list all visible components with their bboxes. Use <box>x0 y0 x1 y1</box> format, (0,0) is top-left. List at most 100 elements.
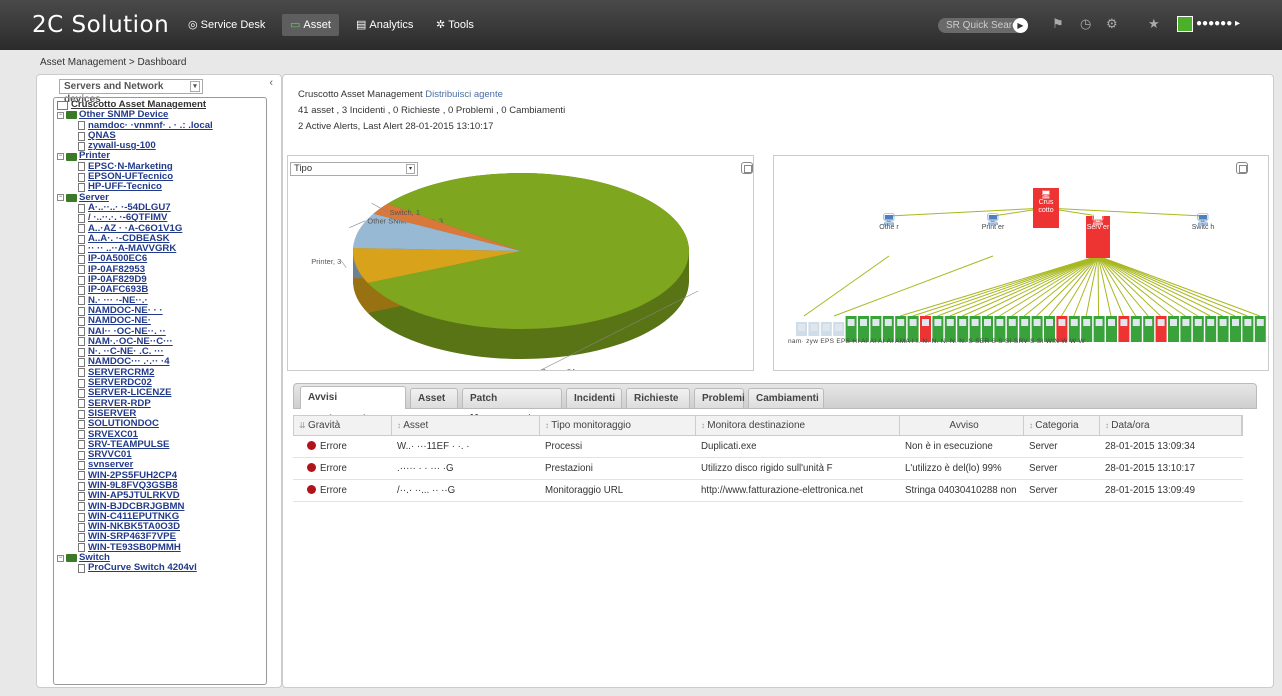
tree-leaf-item[interactable]: HP-UFF-Tecnico <box>54 182 213 192</box>
topology-node-switch[interactable]: 🖥 Switc h <box>1190 214 1216 232</box>
nav-tools[interactable]: ✲ Tools <box>428 14 482 36</box>
star-icon[interactable]: ★ <box>1148 16 1160 32</box>
gear-icon[interactable]: ⚙ <box>1106 16 1118 32</box>
device-type-select[interactable]: Servers and Network devices ▾ <box>59 79 203 105</box>
alerts-summary: 2 Active Alerts, Last Alert 28-01-2015 1… <box>298 121 494 132</box>
computer-icon <box>1021 319 1029 326</box>
nav-analytics[interactable]: ▤ Analytics <box>348 14 421 36</box>
tree-leaf-item[interactable]: zywall-usg-100 <box>54 140 213 151</box>
column-header-label: Tipo monitoraggio <box>551 420 631 431</box>
topology-node-printer[interactable]: 🖥 Print er <box>980 214 1006 232</box>
distribute-agent-link[interactable]: Distribuisci agente <box>425 89 503 100</box>
topology-link <box>986 255 1099 317</box>
document-icon <box>78 533 85 543</box>
table-row[interactable]: Errore W..· ···11EF · ·. · Processi Duplica… <box>293 436 1243 458</box>
topology-link <box>833 255 994 317</box>
tree-leaf-item[interactable]: SOLUTIONDOC <box>54 418 213 429</box>
table-row[interactable]: Errore /··.· ··... ·· ··G Monitoraggio URL… <box>293 480 1243 502</box>
tab-cambiamenti[interactable]: Cambiamenti <box>748 388 824 408</box>
collapse-node-icon[interactable]: − <box>57 111 64 119</box>
table-cell: Duplicati.exe <box>695 436 899 457</box>
document-icon <box>78 172 85 182</box>
table-cell: Prestazioni <box>539 458 695 479</box>
sidebar: Servers and Network devices ▾ ‹ Cruscotto… <box>36 74 282 688</box>
cell-text: Monitoraggio URL <box>545 485 624 496</box>
column-header[interactable]: ↕ Data/ora <box>1100 416 1242 435</box>
tab-asset[interactable]: Asset <box>410 388 458 408</box>
tree-leaf-item[interactable]: SRVVC01 <box>54 449 213 460</box>
nav-service-desk[interactable]: ◎ Service Desk <box>180 14 273 36</box>
search-go-icon[interactable]: ▶ <box>1013 18 1028 33</box>
computer-icon <box>897 319 905 326</box>
sort-icon[interactable]: ⇊ <box>299 421 308 430</box>
tree-leaf-item[interactable]: namdoc· ·vnmnf· . · .: .local <box>54 120 213 131</box>
tab-patch-management[interactable]: Patch Management <box>462 388 562 424</box>
dashboard-title: Cruscotto Asset Management <box>298 89 423 100</box>
computer-icon <box>934 319 942 326</box>
computer-icon <box>860 319 867 326</box>
tree-item-label[interactable]: NAMDOC-NE· <box>88 315 151 326</box>
tab-incidenti[interactable]: Incidenti <box>566 388 622 408</box>
column-header[interactable]: ⇊ Gravità <box>294 416 392 435</box>
folder-icon <box>66 152 77 161</box>
tree-leaf-item[interactable]: WIN-TE93SB0PMMH <box>54 542 213 553</box>
computer-icon: 🖥 <box>986 214 1000 226</box>
computer-icon <box>810 324 818 331</box>
column-header[interactable]: ↕ Categoria <box>1024 416 1100 435</box>
folder-icon <box>66 554 77 563</box>
collapse-sidebar-icon[interactable]: ‹ <box>269 77 273 89</box>
service-desk-icon: ◎ <box>188 19 198 31</box>
document-icon <box>78 296 85 306</box>
document-icon <box>78 430 85 440</box>
clock-icon[interactable]: ◷ <box>1080 16 1091 32</box>
cell-text: Duplicati.exe <box>701 441 757 452</box>
tree-leaf-item[interactable]: SRV-TEAMPULSE <box>54 439 213 450</box>
tree-leaf-item[interactable]: ProCurve Switch 4204vl <box>54 563 213 573</box>
app-logo[interactable]: 2C Solution <box>32 12 169 38</box>
table-cell: W..· ···11EF · ·. · <box>391 436 539 457</box>
column-header-label: Gravità <box>307 420 341 431</box>
document-icon <box>78 388 85 398</box>
table-cell: Monitoraggio URL <box>539 480 695 501</box>
topology-root-node[interactable]: 🖥 Crus cotto <box>1033 188 1059 228</box>
user-menu[interactable]: ●●●●●● ▸ <box>1196 18 1240 29</box>
collapse-node-icon[interactable]: − <box>57 194 64 202</box>
column-header[interactable]: Avviso <box>900 416 1024 435</box>
nav-asset[interactable]: ▭ Asset <box>282 14 339 36</box>
cell-text: Server <box>1029 441 1058 452</box>
tree-item-label[interactable]: SOLUTIONDOC <box>88 418 159 429</box>
topology-panel: 🖥 Crus cotto 🖥 Othe r 🖥 Print er 🖥 Serv er 🖥… <box>773 155 1269 371</box>
table-cell: Server <box>1023 480 1099 501</box>
column-header[interactable]: ↕ Asset <box>392 416 540 435</box>
document-icon <box>78 234 85 244</box>
table-cell: Utilizzo disco rigido sull'unità F <box>695 458 899 479</box>
topology-node-server[interactable]: 🖥 Serv er <box>1086 215 1110 258</box>
collapse-node-icon[interactable]: − <box>57 153 64 161</box>
collapse-node-icon[interactable]: − <box>57 554 64 562</box>
document-icon <box>78 121 85 131</box>
computer-icon <box>884 319 892 326</box>
document-icon <box>78 285 85 295</box>
quick-search-input[interactable]: SR Quick Search ▶ <box>938 18 1028 33</box>
computer-icon: 🖥 <box>1196 214 1210 226</box>
user-avatar[interactable] <box>1177 16 1193 32</box>
tab-avvisi-monitoraggio[interactable]: Avvisi monitoraggio <box>300 386 406 425</box>
document-icon <box>78 347 85 357</box>
tree-leaf-item[interactable]: NAMDOC-NE· <box>54 315 213 326</box>
nav-tools-label: Tools <box>448 19 474 31</box>
document-icon <box>78 481 85 491</box>
flag-icon[interactable]: ⚑ <box>1052 16 1064 32</box>
column-header[interactable]: ↕ Monitora destinazione <box>696 416 900 435</box>
document-icon <box>78 131 85 141</box>
tab-richieste[interactable]: Richieste <box>626 388 690 408</box>
tab-problemi[interactable]: Problemi <box>694 388 745 408</box>
cell-text: Stringa 04030410288 non <box>905 485 1017 496</box>
topology-node-other[interactable]: 🖥 Othe r <box>876 215 902 232</box>
computer-icon <box>1132 319 1140 326</box>
table-row[interactable]: Errore .····· · · ··· ·G Prestazioni Utiliz… <box>293 458 1243 480</box>
topology-link <box>1097 255 1161 317</box>
computer-icon: 🖥 <box>1040 190 1052 199</box>
cell-text: Errore <box>320 485 347 496</box>
column-header[interactable]: ↕ Tipo monitoraggio <box>540 416 696 435</box>
tree-item-label[interactable]: ProCurve Switch 4204vl <box>88 563 197 574</box>
